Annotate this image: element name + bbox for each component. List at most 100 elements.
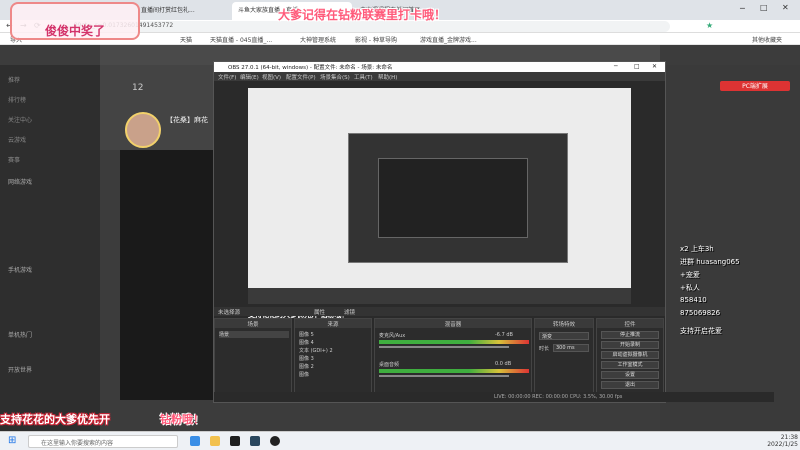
no-source-label: 未选择源 <box>218 310 241 316</box>
obs-menu-item[interactable]: 编辑(E) <box>240 73 259 81</box>
winner-stamp: 俊俊中奖了 <box>10 2 140 40</box>
volume-slider[interactable] <box>379 346 509 348</box>
mixer-track-name: 麦克风/Aux <box>379 333 406 339</box>
bookmark-item[interactable]: 影视 - 种草导购 <box>355 35 397 44</box>
live-status: LIVE: 00:00:00 <box>494 394 531 400</box>
bookmark-item[interactable]: 游戏直播_金牌游戏... <box>420 35 477 44</box>
obs-title: OBS 27.0.1 (64-bit, windows) - 配置文件: 未命名… <box>214 62 665 72</box>
mixer-track-name: 桌面音频 <box>379 362 400 368</box>
stat-line: 875069826 <box>680 309 721 317</box>
steam-icon[interactable] <box>250 436 260 446</box>
sidebar-section: 单机热门 <box>8 332 33 339</box>
sources-dock: 来源 图像 5 图像 4 文本 (GDI+) 2 图像 3 图像 2 图像 <box>294 318 372 400</box>
stat-line: 858410 <box>680 296 707 304</box>
cpu-status: CPU: 3.5%, 30.00 fps <box>569 394 623 400</box>
source-item[interactable]: 图像 2 <box>299 363 359 370</box>
star-icon[interactable]: ★ <box>706 21 713 30</box>
clock-date: 2022/1/25 <box>767 441 798 448</box>
scenes-header: 场景 <box>215 319 291 328</box>
taskbar-search-input[interactable]: 在这里输入你要搜索的内容 <box>28 435 178 448</box>
sidebar-section: 开放世界 <box>8 367 33 374</box>
stop-streaming-button[interactable]: 停止推流 <box>601 331 659 339</box>
source-item[interactable]: 图像 3 <box>299 355 359 362</box>
stat-line: +宠爱 <box>680 271 700 279</box>
sidebar-item[interactable]: 云游戏 <box>8 135 26 144</box>
exit-button[interactable]: 退出 <box>601 381 659 389</box>
obs-maximize-icon[interactable]: □ <box>634 63 640 70</box>
folder-icon[interactable] <box>210 436 220 446</box>
stat-line: 支持开启花爱 <box>680 327 722 335</box>
sidebar-section: 网络游戏 <box>8 179 33 186</box>
rec-status: REC: 00:00:00 <box>532 394 569 400</box>
close-icon[interactable]: ✕ <box>782 3 789 12</box>
obs-menu-item[interactable]: 帮助(H) <box>378 73 397 81</box>
obs-app-icon[interactable] <box>270 436 280 446</box>
taskbar-clock[interactable]: 21:38 2022/1/25 <box>752 434 798 448</box>
obs-menu-item[interactable]: 视图(V) <box>262 73 281 81</box>
source-item[interactable]: 图像 5 <box>299 331 359 338</box>
sources-header: 来源 <box>295 319 371 328</box>
obs-menubar: 文件(F) 编辑(E) 视图(V) 配置文件(P) 场景集合(S) 工具(T) … <box>214 72 665 81</box>
sidebar-item[interactable]: 排行榜 <box>8 95 26 104</box>
bookmark-item[interactable]: 其他收藏夹 <box>752 35 782 44</box>
duration-input[interactable]: 300 ms <box>553 344 589 352</box>
source-item[interactable]: 图像 <box>299 371 359 378</box>
obs-menu-item[interactable]: 工具(T) <box>354 73 373 81</box>
obs-window: OBS 27.0.1 (64-bit, windows) - 配置文件: 未命名… <box>213 61 774 403</box>
transitions-header: 转场特效 <box>535 319 593 328</box>
transition-select[interactable]: 渐变 <box>539 332 589 340</box>
properties-button[interactable]: 属性 <box>314 308 325 316</box>
obs-menu-item[interactable]: 配置文件(P) <box>286 73 316 81</box>
mixer-dock: 混音器 麦克风/Aux -6.7 dB 桌面音频 0.0 dB <box>374 318 532 400</box>
sidebar-item[interactable]: 赛事 <box>8 155 20 164</box>
transitions-dock: 转场特效 渐变 时长 300 ms <box>534 318 594 400</box>
avatar[interactable] <box>125 112 161 148</box>
sidebar-section: 手机游戏 <box>8 267 33 274</box>
source-item[interactable]: 图像 4 <box>299 339 359 346</box>
obs-preview[interactable]: 支持花花的大爹优先开 钻粉哦！ <box>248 88 631 319</box>
streamer-name: 【花桑】麻花 <box>166 116 208 124</box>
settings-button[interactable]: 设置 <box>601 371 659 379</box>
mixer-track-db: 0.0 dB <box>495 361 512 367</box>
controls-header: 控件 <box>597 319 663 328</box>
recursive-preview-inner <box>378 158 528 238</box>
minimize-icon[interactable]: ─ <box>740 4 745 13</box>
volume-meter <box>379 369 529 373</box>
source-toolbar: 未选择源 属性 滤镜 <box>214 307 665 316</box>
overlay-top-text: 大爹记得在钻粉联赛里打卡哦！ <box>278 8 447 22</box>
stat-line: +私人 <box>680 284 700 292</box>
sidebar-item[interactable]: 推荐 <box>8 75 20 84</box>
edge-icon[interactable] <box>190 436 200 446</box>
stat-line: x2 上车3h <box>680 245 714 253</box>
duration-label: 时长 <box>539 346 550 352</box>
windows-start-icon[interactable]: ⊞ <box>8 435 16 446</box>
mixer-track-db: -6.7 dB <box>495 332 513 338</box>
source-item[interactable]: 文本 (GDI+) 2 <box>299 347 359 354</box>
studio-mode-button[interactable]: 工作室模式 <box>601 361 659 369</box>
store-icon[interactable] <box>230 436 240 446</box>
sidebar-item[interactable]: 关注中心 <box>8 115 32 124</box>
start-recording-button[interactable]: 开始录制 <box>601 341 659 349</box>
bookmark-item[interactable]: 天猫直播 - 045直播_... <box>210 35 272 44</box>
obs-menu-item[interactable]: 场景集合(S) <box>320 73 350 81</box>
obs-close-icon[interactable]: ✕ <box>652 63 657 70</box>
bookmark-item[interactable]: 天猫 <box>180 35 192 44</box>
volume-slider[interactable] <box>379 375 509 377</box>
virtual-camera-button[interactable]: 启动虚拟摄像机 <box>601 351 659 359</box>
viewer-count: 12 <box>132 83 144 93</box>
stream-stats-overlay: x2 上车3h 进群 huasang065 +宠爱 +私人 858410 875… <box>680 240 798 380</box>
browser-tab[interactable]: 直播间打赏红包礼... <box>135 2 230 20</box>
scene-item[interactable]: 场景 <box>219 331 289 338</box>
site-sidebar: 推荐 排行榜 关注中心 云游戏 赛事 网络游戏 手机游戏 单机热门 开放世界 <box>0 65 100 431</box>
overlay-bottom-tail: 钻粉哦！ <box>160 413 204 426</box>
filters-button[interactable]: 滤镜 <box>344 308 355 316</box>
obs-minimize-icon[interactable]: ─ <box>614 63 618 70</box>
mixer-header: 混音器 <box>375 319 531 328</box>
maximize-icon[interactable]: □ <box>760 3 768 12</box>
bookmark-item[interactable]: 大神管理系统 <box>300 35 336 44</box>
clock-time: 21:38 <box>780 434 798 441</box>
obs-menu-item[interactable]: 文件(F) <box>218 73 236 81</box>
obs-statusbar: LIVE: 00:00:00 REC: 00:00:00 CPU: 3.5%, … <box>214 392 774 402</box>
pc-badge-button[interactable]: PC端扩展 <box>720 81 790 91</box>
taskbar: ⊞ 在这里输入你要搜索的内容 21:38 2022/1/25 <box>0 431 800 450</box>
